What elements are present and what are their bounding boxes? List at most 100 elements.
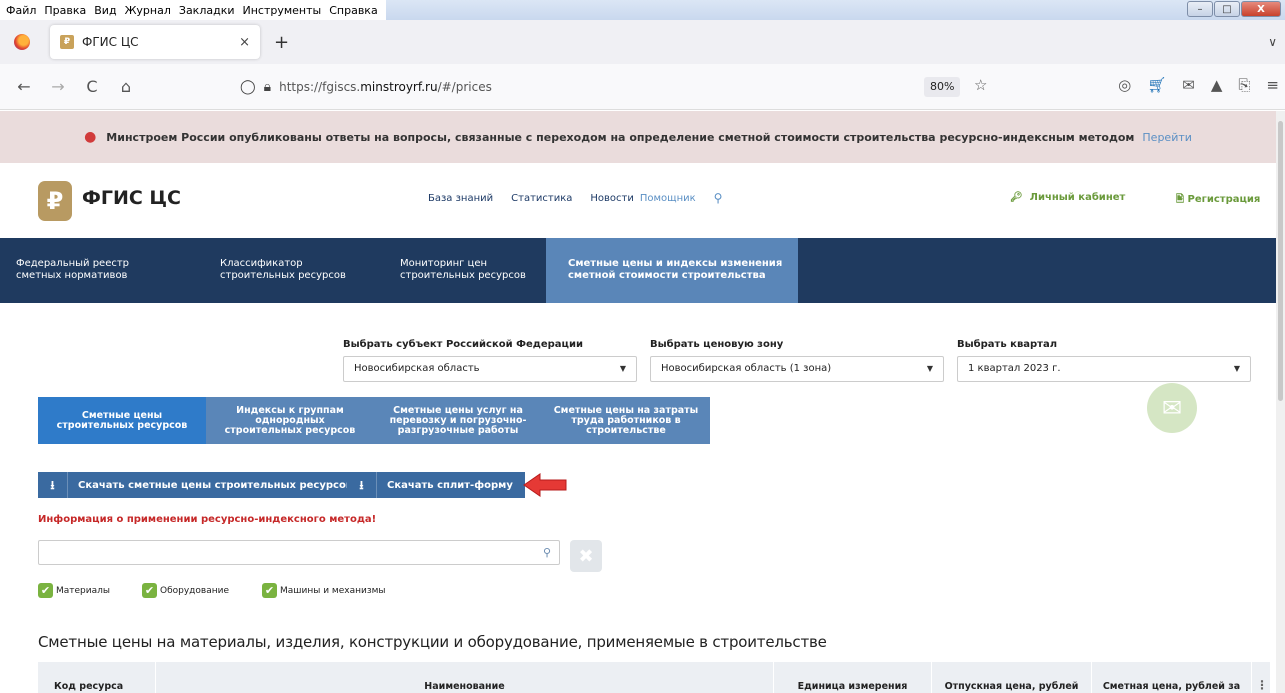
subject-value: Новосибирская область <box>354 363 480 374</box>
filter-equipment[interactable]: ✔ Оборудование <box>142 583 229 598</box>
filter-equipment-label: Оборудование <box>160 585 229 596</box>
site-header: ₽ ФГИС ЦС База знаний Статистика Новости… <box>0 163 1276 238</box>
filter-machines-label: Машины и механизмы <box>280 585 386 596</box>
quarter-value: 1 квартал 2023 г. <box>968 363 1061 374</box>
more-options-icon[interactable]: ⋮ <box>1256 678 1268 692</box>
lock-icon[interactable]: 🔒︎ <box>264 79 271 95</box>
nav-news[interactable]: Новости <box>590 193 633 204</box>
personal-account-link[interactable]: 🔑︎ Личный кабинет <box>1010 192 1125 203</box>
header-search-icon[interactable]: ⚲ <box>714 191 723 205</box>
tab-bar: ₽ ФГИС ЦС × + ∨ <box>0 20 1285 64</box>
menu-history[interactable]: Журнал <box>121 4 175 17</box>
register-icon: 🖹 <box>1176 194 1185 205</box>
tab-resource-prices[interactable]: Сметные цены строительных ресурсов <box>38 397 206 444</box>
home-icon[interactable]: ⌂ <box>116 77 136 96</box>
nav-assistant[interactable]: Помощник <box>640 193 696 204</box>
url-bar[interactable]: ◯ 🔒︎ https://fgiscs.minstroyrf.ru/#/pric… <box>240 72 1000 102</box>
download-prices-label: Скачать сметные цены строительных ресурс… <box>78 479 353 491</box>
share-icon[interactable]: ⎘ <box>1238 76 1250 94</box>
download-icon: ⭳ <box>38 472 68 498</box>
forward-icon[interactable]: → <box>48 77 68 96</box>
quarter-select[interactable]: 1 квартал 2023 г. ▼ <box>957 356 1251 382</box>
firefox-icon[interactable] <box>14 34 30 50</box>
tab-group-indices[interactable]: Индексы к группам однородных строительны… <box>206 397 374 444</box>
window-close-button[interactable]: X <box>1241 1 1281 17</box>
chevron-down-icon: ▼ <box>926 364 933 373</box>
feedback-mail-icon[interactable]: ✉ <box>1147 383 1197 433</box>
download-icon: ⭳ <box>347 472 377 498</box>
menu-file[interactable]: Файл <box>2 4 40 17</box>
drive-icon[interactable]: ▲ <box>1211 76 1223 94</box>
filter-machines[interactable]: ✔ Машины и механизмы <box>262 583 386 598</box>
checkbox-checked-icon[interactable]: ✔ <box>142 583 157 598</box>
col-unit[interactable]: Единица измерения <box>774 662 932 693</box>
zone-label: Выбрать ценовую зону <box>650 339 784 350</box>
menu-tools[interactable]: Инструменты <box>239 4 326 17</box>
tab-close-icon[interactable]: × <box>239 35 250 50</box>
url-text[interactable]: https://fgiscs.minstroyrf.ru/#/prices <box>279 80 492 94</box>
menu-help[interactable]: Справка <box>325 4 381 17</box>
minimize-button[interactable]: – <box>1187 1 1213 17</box>
nav-statistics[interactable]: Статистика <box>511 193 572 204</box>
main-nav-estimate-prices[interactable]: Сметные цены и индексы изменения сметной… <box>546 238 798 303</box>
bookmark-star-icon[interactable]: ☆ <box>974 76 987 94</box>
main-nav-price-monitoring[interactable]: Мониторинг цен строительных ресурсов <box>372 238 546 303</box>
page-scrollbar[interactable] <box>1276 111 1285 693</box>
pocket-icon[interactable]: ◎ <box>1118 76 1131 94</box>
mail-extension-icon[interactable]: ✉ <box>1182 76 1195 94</box>
menu-bookmarks[interactable]: Закладки <box>175 4 239 17</box>
registration-link[interactable]: 🖹 Регистрация <box>1176 192 1260 209</box>
download-split-form-button[interactable]: ⭳ Скачать сплит-форму <box>347 472 525 498</box>
toolbar-icons: ◎ 🛒︎ ✉ ▲ ⎘ ≡ <box>1118 76 1279 94</box>
clear-search-button[interactable]: ✖ <box>570 540 602 572</box>
notice-banner: ● Минстроем России опубликованы ответы н… <box>0 111 1276 163</box>
cart-icon[interactable]: 🛒︎ <box>1147 76 1166 94</box>
key-icon: 🔑︎ <box>1010 192 1023 203</box>
new-tab-button[interactable]: + <box>274 32 289 53</box>
section-title: Сметные цены на материалы, изделия, конс… <box>38 633 827 651</box>
col-name[interactable]: Наименование <box>156 662 774 693</box>
main-nav-federal-registry[interactable]: Федеральный реестр сметных нормативов <box>0 238 196 303</box>
main-nav: Федеральный реестр сметных нормативов Кл… <box>0 238 1276 303</box>
col-estimate-price[interactable]: Сметная цена, рублей за <box>1092 662 1252 693</box>
search-input[interactable]: ⚲ <box>38 540 560 565</box>
download-prices-button[interactable]: ⭳ Скачать сметные цены строительных ресу… <box>38 472 365 498</box>
chevron-down-icon: ▼ <box>619 364 626 373</box>
menu-list: Файл Правка Вид Журнал Закладки Инструме… <box>0 0 386 20</box>
menu-edit[interactable]: Правка <box>40 4 90 17</box>
ruble-logo-icon[interactable]: ₽ <box>38 181 72 221</box>
maximize-button[interactable]: □ <box>1214 1 1240 17</box>
tab-list-chevron-icon[interactable]: ∨ <box>1268 35 1277 49</box>
tracking-shield-icon[interactable]: ◯ <box>240 79 256 95</box>
bullet-icon: ● <box>84 129 97 145</box>
menu-bar: Файл Правка Вид Журнал Закладки Инструме… <box>0 0 1285 20</box>
site-favicon-icon: ₽ <box>60 35 74 49</box>
checkbox-checked-icon[interactable]: ✔ <box>38 583 53 598</box>
search-icon[interactable]: ⚲ <box>543 546 551 559</box>
app-menu-icon[interactable]: ≡ <box>1266 76 1279 94</box>
zone-value: Новосибирская область (1 зона) <box>661 363 832 374</box>
resource-index-info-link[interactable]: Информация о применении ресурсно-индексн… <box>38 514 376 525</box>
scrollbar-thumb[interactable] <box>1278 121 1283 401</box>
window-controls: – □ X <box>1187 1 1281 17</box>
main-nav-classifier[interactable]: Классификатор строительных ресурсов <box>196 238 372 303</box>
tab-labor-costs[interactable]: Сметные цены на затраты труда работников… <box>542 397 710 444</box>
menu-view[interactable]: Вид <box>90 4 120 17</box>
nav-knowledge-base[interactable]: База знаний <box>428 193 493 204</box>
browser-tab[interactable]: ₽ ФГИС ЦС × <box>50 25 260 59</box>
back-icon[interactable]: ← <box>14 77 34 96</box>
reload-icon[interactable]: C <box>82 77 102 96</box>
checkbox-checked-icon[interactable]: ✔ <box>262 583 277 598</box>
subject-select[interactable]: Новосибирская область ▼ <box>343 356 637 382</box>
zone-select[interactable]: Новосибирская область (1 зона) ▼ <box>650 356 944 382</box>
notice-link[interactable]: Перейти <box>1142 131 1192 144</box>
zoom-level[interactable]: 80% <box>924 77 961 97</box>
header-nav: База знаний Статистика Новости Помощник … <box>428 191 722 205</box>
brand-name[interactable]: ФГИС ЦС <box>82 187 181 209</box>
filter-materials[interactable]: ✔ Материалы <box>38 583 110 598</box>
col-release-price[interactable]: Отпускная цена, рублей <box>932 662 1092 693</box>
quarter-label: Выбрать квартал <box>957 339 1058 350</box>
col-resource-code[interactable]: Код ресурса <box>38 662 156 693</box>
notice-text: Минстроем России опубликованы ответы на … <box>106 130 1135 144</box>
tab-transport-prices[interactable]: Сметные цены услуг на перевозку и погруз… <box>374 397 542 444</box>
